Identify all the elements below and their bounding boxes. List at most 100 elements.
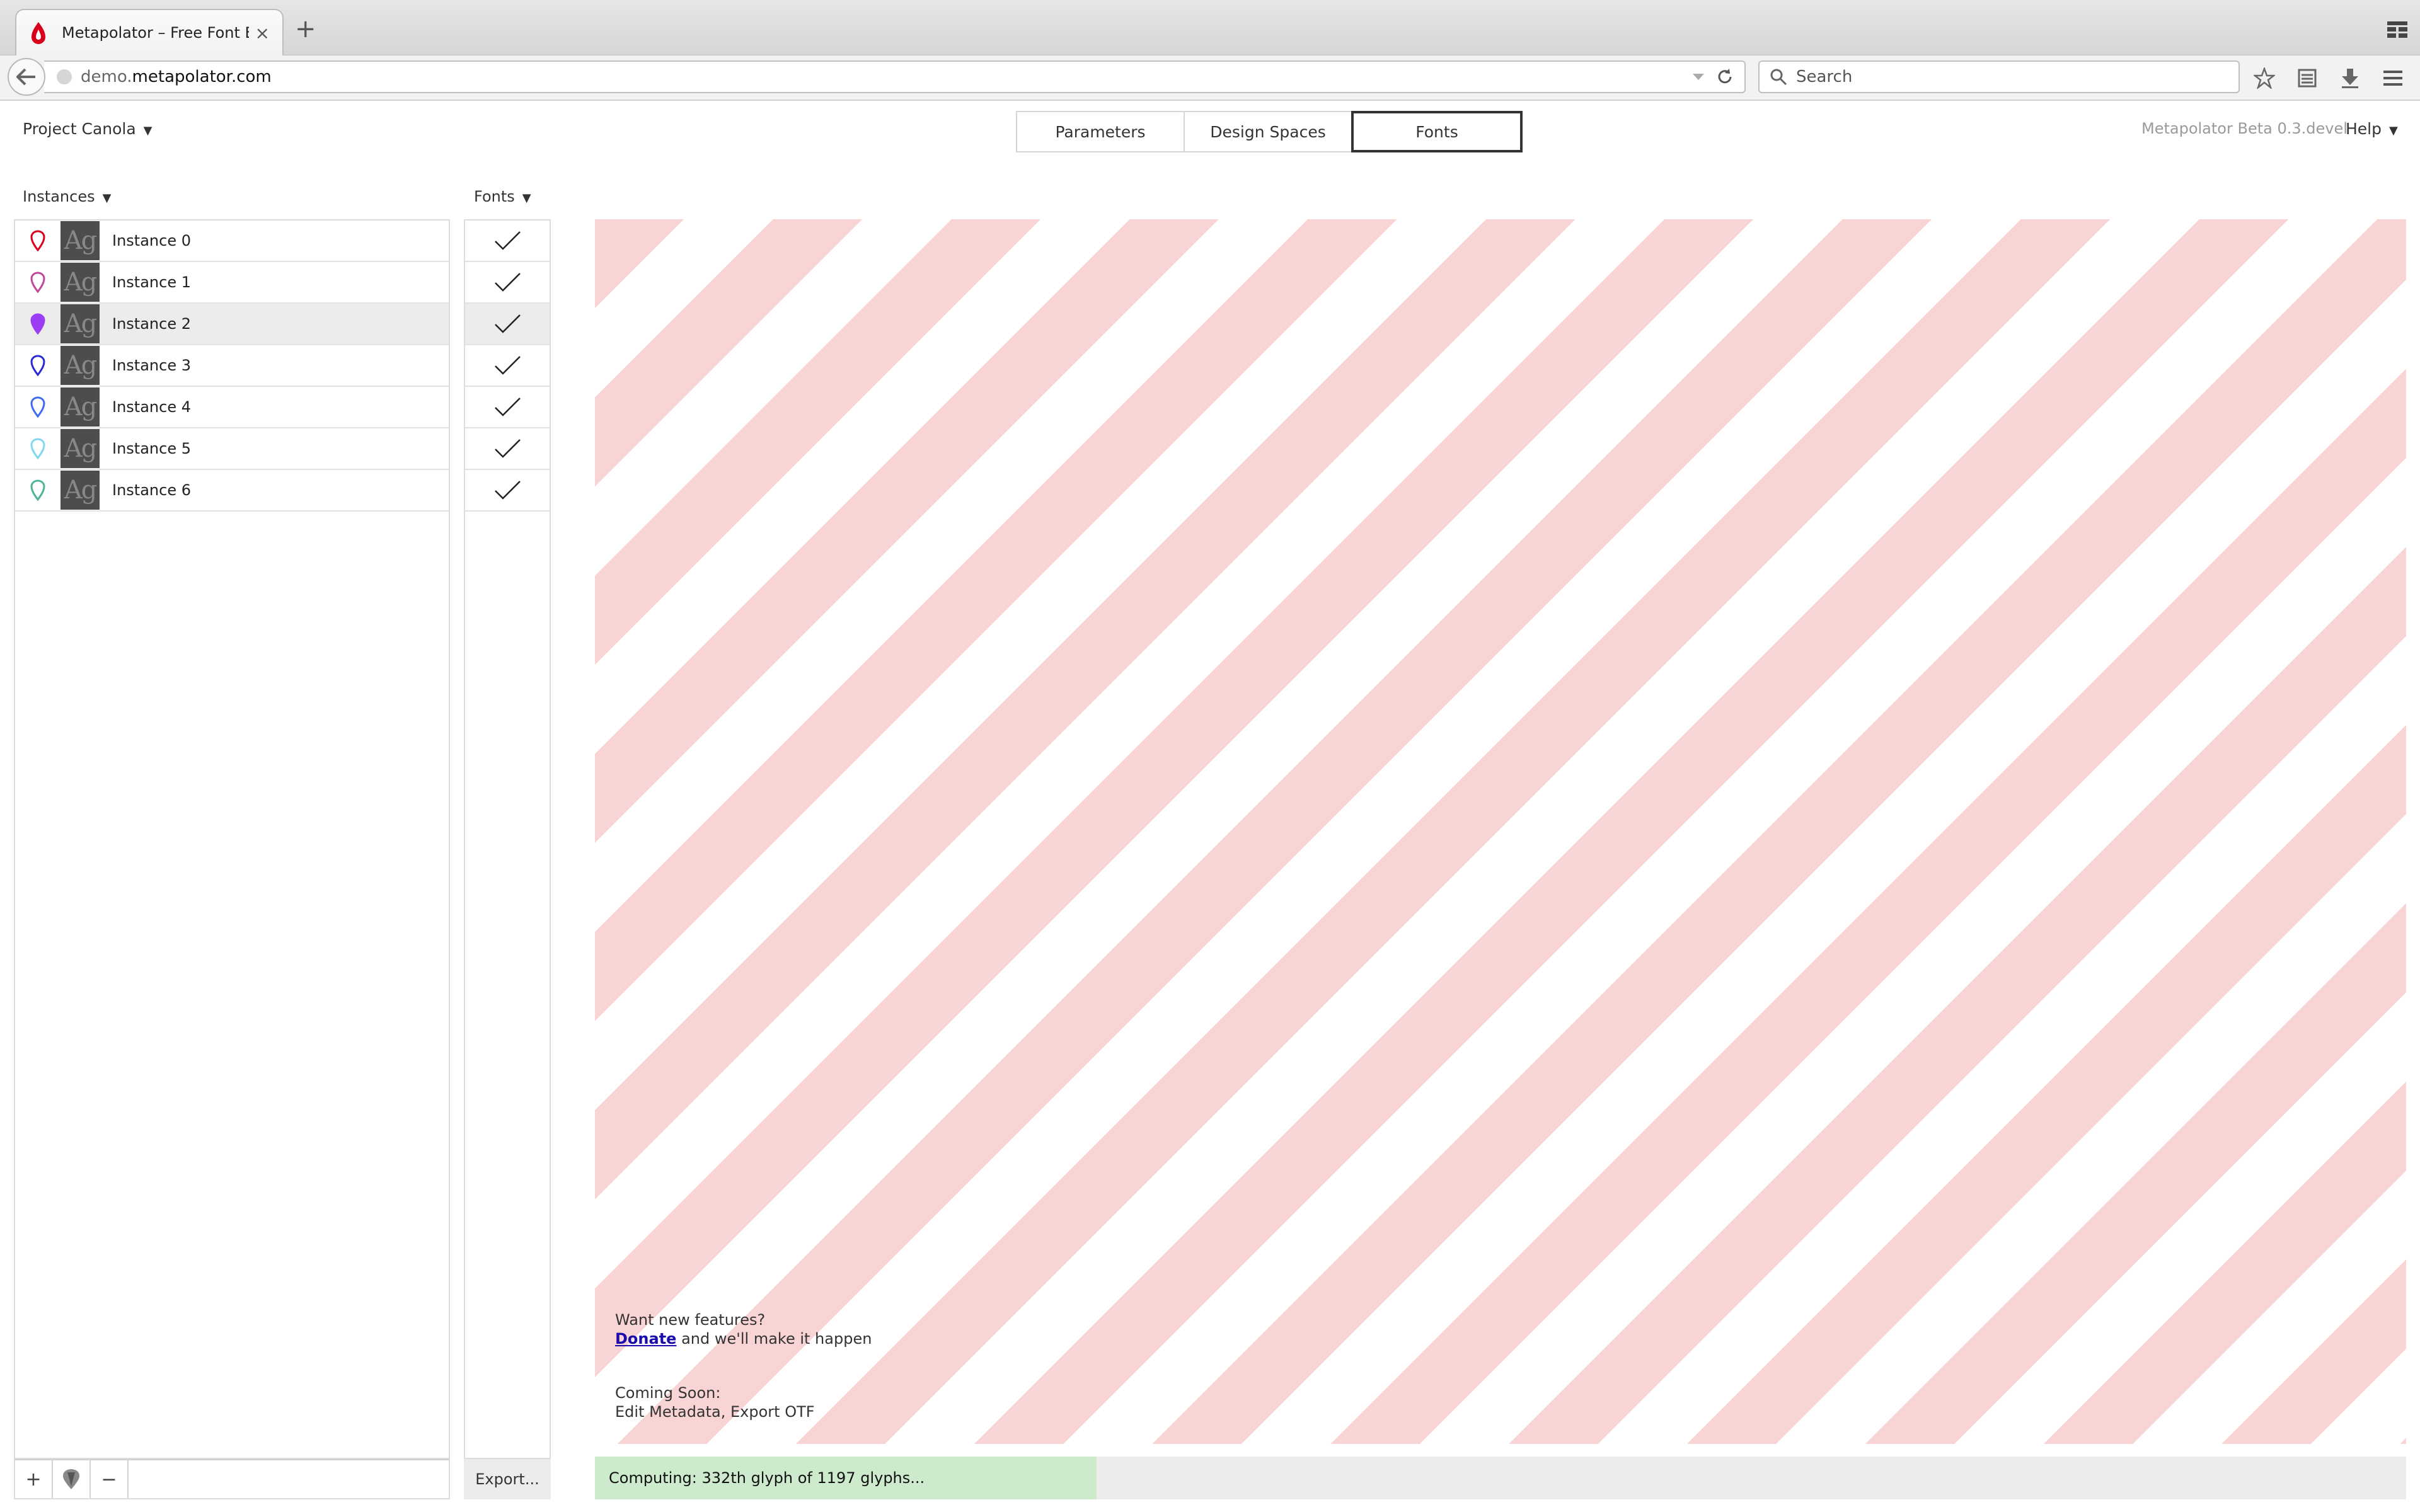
help-menu[interactable]: Help ▼ bbox=[2346, 120, 2398, 138]
remove-instance-button[interactable]: − bbox=[91, 1460, 129, 1498]
font-export-checkbox[interactable] bbox=[465, 220, 550, 262]
url-host: metapolator.com bbox=[132, 67, 272, 86]
main-tabs: Parameters Design Spaces Fonts bbox=[1016, 111, 1523, 152]
new-tab-button[interactable]: + bbox=[295, 16, 316, 42]
instance-marker-icon[interactable] bbox=[15, 355, 60, 376]
caret-down-icon: ▼ bbox=[102, 192, 112, 205]
instance-name: Instance 6 bbox=[112, 481, 191, 499]
instance-marker-icon[interactable] bbox=[15, 438, 60, 459]
instances-toolbar: + − bbox=[14, 1459, 450, 1499]
checkmark-icon bbox=[495, 314, 521, 333]
checkmark-icon bbox=[495, 398, 521, 416]
export-button[interactable]: Export... bbox=[464, 1459, 551, 1499]
donate-promo: Want new features? Donate and we'll make… bbox=[615, 1310, 872, 1348]
metapolator-favicon-icon bbox=[32, 22, 45, 44]
add-instance-button[interactable]: + bbox=[15, 1460, 53, 1498]
instance-row[interactable]: Ag Instance 3 bbox=[15, 345, 449, 387]
font-export-checkbox[interactable] bbox=[465, 428, 550, 470]
font-preview-canvas bbox=[595, 219, 2406, 1444]
font-export-checkbox[interactable] bbox=[465, 304, 550, 345]
instances-menu[interactable]: Instances ▼ bbox=[23, 188, 111, 205]
checkmark-icon bbox=[495, 356, 521, 375]
instance-name: Instance 4 bbox=[112, 398, 191, 416]
instance-thumbnail: Ag bbox=[60, 221, 100, 260]
search-bar[interactable]: Search bbox=[1758, 60, 2240, 93]
bookmarks-menu-icon[interactable] bbox=[2293, 64, 2322, 92]
font-export-checkbox[interactable] bbox=[465, 262, 550, 304]
checkmark-icon bbox=[495, 273, 521, 292]
instance-row[interactable]: Ag Instance 4 bbox=[15, 387, 449, 428]
back-arrow-icon bbox=[16, 68, 35, 86]
tab-parameters[interactable]: Parameters bbox=[1016, 111, 1185, 152]
caret-down-icon: ▼ bbox=[143, 124, 153, 137]
instance-row[interactable]: Ag Instance 6 bbox=[15, 470, 449, 512]
instance-marker-icon[interactable] bbox=[15, 230, 60, 251]
browser-tab[interactable]: Metapolator – Free Font E... × bbox=[15, 9, 284, 55]
font-export-checkbox[interactable] bbox=[465, 470, 550, 512]
promo-title: Want new features? bbox=[615, 1311, 766, 1329]
instance-thumbnail: Ag bbox=[60, 304, 100, 343]
tab-groups-icon[interactable] bbox=[2386, 19, 2409, 39]
checkmark-icon bbox=[495, 481, 521, 500]
instances-list: Ag Instance 0 Ag Instance 1 Ag Instance 2 Ag In… bbox=[14, 219, 450, 1459]
instance-color-button[interactable] bbox=[53, 1460, 91, 1498]
instance-name: Instance 5 bbox=[112, 440, 191, 457]
url-bar[interactable]: demo. metapolator.com bbox=[44, 60, 1746, 93]
checkmark-icon bbox=[495, 439, 521, 458]
browser-tab-title: Metapolator – Free Font E... bbox=[62, 24, 249, 42]
version-label: Metapolator Beta 0.3.devel bbox=[2141, 120, 2348, 137]
hamburger-menu-icon[interactable] bbox=[2378, 64, 2407, 92]
progress-fill: Computing: 332th glyph of 1197 glyphs... bbox=[595, 1457, 1097, 1499]
url-prefix: demo. bbox=[81, 67, 132, 86]
instance-marker-icon[interactable] bbox=[15, 272, 60, 293]
caret-down-icon: ▼ bbox=[2389, 124, 2398, 137]
instance-row[interactable]: Ag Instance 1 bbox=[15, 262, 449, 304]
instance-thumbnail: Ag bbox=[60, 429, 100, 468]
caret-down-icon: ▼ bbox=[522, 192, 531, 205]
search-icon bbox=[1770, 69, 1787, 86]
font-export-checkbox[interactable] bbox=[465, 345, 550, 387]
bookmark-star-icon[interactable] bbox=[2250, 64, 2279, 92]
search-placeholder: Search bbox=[1796, 67, 1853, 86]
status-text: Computing: 332th glyph of 1197 glyphs... bbox=[609, 1469, 925, 1487]
coming-soon-items: Edit Metadata, Export OTF bbox=[615, 1403, 815, 1421]
font-export-checkbox[interactable] bbox=[465, 387, 550, 428]
browser-tab-strip: Metapolator – Free Font E... × + bbox=[0, 0, 2420, 55]
reload-icon[interactable] bbox=[1715, 67, 1734, 86]
promo-text: and we'll make it happen bbox=[676, 1330, 872, 1348]
instance-row[interactable]: Ag Instance 0 bbox=[15, 220, 449, 262]
instance-marker-icon[interactable] bbox=[15, 313, 60, 335]
tab-design-spaces[interactable]: Design Spaces bbox=[1184, 111, 1352, 152]
instance-name: Instance 1 bbox=[112, 273, 191, 291]
instance-thumbnail: Ag bbox=[60, 471, 100, 510]
instances-label: Instances bbox=[23, 188, 95, 205]
instance-name: Instance 2 bbox=[112, 315, 191, 333]
instance-marker-icon[interactable] bbox=[15, 479, 60, 501]
dropdown-history-icon[interactable] bbox=[1691, 71, 1705, 83]
help-label: Help bbox=[2346, 120, 2382, 138]
fonts-menu[interactable]: Fonts ▼ bbox=[474, 188, 531, 205]
fonts-label: Fonts bbox=[474, 188, 515, 205]
downloads-icon[interactable] bbox=[2336, 64, 2365, 92]
coming-soon: Coming Soon: Edit Metadata, Export OTF bbox=[615, 1383, 815, 1421]
instance-thumbnail: Ag bbox=[60, 346, 100, 385]
back-button[interactable] bbox=[8, 58, 45, 96]
project-menu[interactable]: Project Canola ▼ bbox=[23, 120, 153, 138]
instance-thumbnail: Ag bbox=[60, 263, 100, 302]
instance-marker-icon[interactable] bbox=[15, 396, 60, 418]
instance-row[interactable]: Ag Instance 5 bbox=[15, 428, 449, 470]
instance-row[interactable]: Ag Instance 2 bbox=[15, 304, 449, 345]
site-identity-icon[interactable] bbox=[57, 69, 72, 84]
coming-soon-title: Coming Soon: bbox=[615, 1384, 721, 1402]
instance-name: Instance 0 bbox=[112, 232, 191, 249]
donate-link[interactable]: Donate bbox=[615, 1330, 676, 1348]
marker-icon bbox=[63, 1469, 79, 1489]
instance-name: Instance 3 bbox=[112, 357, 191, 374]
instance-thumbnail: Ag bbox=[60, 387, 100, 427]
status-progress-bar: Computing: 332th glyph of 1197 glyphs... bbox=[595, 1457, 2406, 1499]
tab-fonts[interactable]: Fonts bbox=[1351, 111, 1523, 152]
checkmark-icon bbox=[495, 231, 521, 250]
fonts-checklist bbox=[464, 219, 551, 1459]
project-name: Project Canola bbox=[23, 120, 136, 138]
close-tab-icon[interactable]: × bbox=[255, 23, 270, 43]
